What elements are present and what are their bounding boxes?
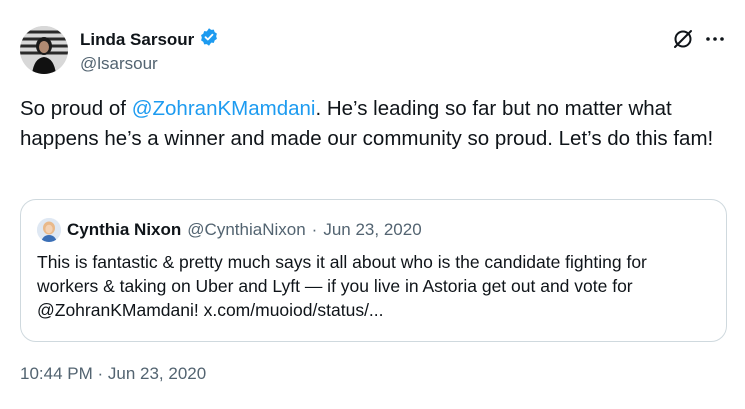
tweet-timestamp[interactable]: 10:44 PM · Jun 23, 2020 bbox=[20, 364, 206, 384]
author-handle[interactable]: @lsarsour bbox=[80, 54, 158, 74]
author-avatar[interactable] bbox=[20, 26, 68, 74]
tweet-text: So proud of @ZohranKMamdani. He’s leadin… bbox=[20, 94, 730, 154]
quote-separator: · bbox=[311, 220, 318, 239]
quote-author-handle[interactable]: @CynthiaNixon bbox=[187, 220, 305, 240]
author-name-row[interactable]: Linda Sarsour bbox=[80, 27, 219, 52]
quote-text: This is fantastic & pretty much says it … bbox=[37, 252, 647, 320]
mention-link[interactable]: @ZohranKMamdani bbox=[132, 97, 316, 120]
tweet-text-before: So proud of bbox=[20, 97, 132, 120]
quote-header: Cynthia Nixon @CynthiaNixon · Jun 23, 20… bbox=[37, 218, 422, 242]
grok-icon[interactable] bbox=[672, 28, 694, 50]
quote-author-name[interactable]: Cynthia Nixon bbox=[67, 220, 181, 240]
author-name[interactable]: Linda Sarsour bbox=[80, 30, 194, 50]
more-icon[interactable] bbox=[704, 28, 726, 50]
quote-date[interactable]: Jun 23, 2020 bbox=[323, 220, 421, 240]
verified-badge-icon bbox=[199, 27, 219, 52]
quote-avatar[interactable] bbox=[37, 218, 61, 242]
quote-tweet-card[interactable]: Cynthia Nixon @CynthiaNixon · Jun 23, 20… bbox=[20, 199, 727, 342]
